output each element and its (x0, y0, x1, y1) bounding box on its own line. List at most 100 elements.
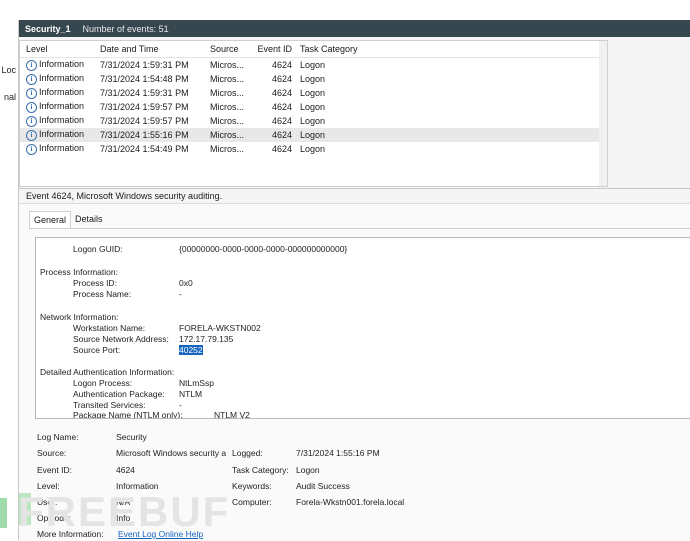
event-id-label: Event ID: (37, 465, 72, 475)
nav-fragment[interactable]: nal (4, 92, 16, 102)
auth-package-label: Authentication Package: (73, 389, 165, 399)
event-id: 4624 (271, 60, 292, 70)
event-date: 7/31/2024 1:59:57 PM (100, 116, 189, 126)
information-icon: i (26, 87, 37, 99)
task-category-value: Logon (296, 465, 320, 475)
information-icon: i (26, 129, 37, 141)
event-list-scrollbar[interactable] (599, 41, 607, 186)
logged-label: Logged: (232, 448, 263, 458)
log-name-label: Log Name: (37, 432, 79, 442)
computer-value: Forela-Wkstn001.forela.local (296, 497, 405, 507)
logon-guid-label: Logon GUID: (73, 244, 123, 254)
event-level: Information (39, 59, 85, 70)
event-source: Micros... (210, 102, 245, 112)
watermark-text: FREEBUF (18, 488, 231, 535)
workstation-name-value: FORELA-WKSTN002 (179, 323, 261, 333)
information-icon: i (26, 73, 37, 85)
logged-value: 7/31/2024 1:55:16 PM (296, 448, 380, 458)
event-row[interactable]: i Information 7/31/2024 1:54:48 PM Micros… (20, 72, 607, 86)
tab-divider (29, 228, 690, 229)
event-row[interactable]: i Information 7/31/2024 1:59:57 PM Micros… (20, 114, 607, 128)
event-level: Information (39, 73, 85, 84)
event-id: 4624 (271, 144, 292, 154)
event-task: Logon (300, 144, 326, 154)
event-source: Micros... (210, 130, 245, 140)
event-level: Information (39, 87, 85, 98)
event-row[interactable]: i Information 7/31/2024 1:59:31 PM Micros… (20, 58, 607, 72)
source-address-value: 172.17.79.135 (179, 334, 234, 344)
keywords-value: Audit Success (296, 481, 350, 491)
event-id: 4624 (271, 102, 292, 112)
event-level: Information (39, 101, 85, 112)
event-row[interactable]: i Information 7/31/2024 1:54:49 PM Micros… (20, 142, 607, 156)
event-source: Micros... (210, 88, 245, 98)
package-name-value: NTLM V2 (214, 410, 250, 419)
event-task: Logon (300, 130, 326, 140)
process-name-value: - (179, 289, 182, 299)
event-count: Number of events: 51 (82, 23, 169, 34)
logon-process-value: NtLmSsp (179, 378, 214, 388)
source-address-label: Source Network Address: (73, 334, 169, 344)
source-port-label: Source Port: (73, 345, 121, 355)
process-name-label: Process Name: (73, 289, 132, 299)
watermark-logo-mark (0, 498, 7, 528)
event-list[interactable]: Level Date and Time Source Event ID Task… (19, 40, 608, 187)
event-date: 7/31/2024 1:59:31 PM (100, 60, 189, 70)
process-id-label: Process ID: (73, 278, 117, 288)
navigation-pane[interactable]: Loc nal (0, 20, 19, 540)
computer-label: Computer: (232, 497, 272, 507)
event-row[interactable]: i Information 7/31/2024 1:59:31 PM Micros… (20, 86, 607, 100)
nav-fragment[interactable]: Loc (1, 65, 16, 75)
event-source: Micros... (210, 74, 245, 84)
keywords-label: Keywords: (232, 481, 272, 491)
column-source[interactable]: Source (206, 44, 254, 54)
process-info-heading: Process Information: (40, 267, 118, 277)
detail-tabs: General Details (29, 211, 107, 228)
event-task: Logon (300, 116, 326, 126)
log-name-value: Security (116, 432, 147, 442)
column-level[interactable]: Level (20, 44, 96, 54)
information-icon: i (26, 115, 37, 127)
event-id-value: 4624 (116, 465, 135, 475)
event-date: 7/31/2024 1:59:31 PM (100, 88, 189, 98)
main-pane: Security_1 Number of events: 51 Level Da… (19, 20, 690, 541)
event-task: Logon (300, 102, 326, 112)
event-task: Logon (300, 60, 326, 70)
source-port-value-selected[interactable]: 40252 (179, 345, 203, 355)
event-list-header: Level Date and Time Source Event ID Task… (20, 41, 607, 58)
event-id: 4624 (271, 88, 292, 98)
event-row[interactable]: i Information 7/31/2024 1:59:57 PM Micros… (20, 100, 607, 114)
event-id: 4624 (271, 130, 292, 140)
task-category-label: Task Category: (232, 465, 289, 475)
source-label: Source: (37, 448, 67, 458)
tab-general[interactable]: General (29, 211, 72, 228)
event-source: Micros... (210, 144, 245, 154)
event-task: Logon (300, 74, 326, 84)
event-date: 7/31/2024 1:54:49 PM (100, 144, 189, 154)
event-row-selected[interactable]: i Information 7/31/2024 1:55:16 PM Micros… (20, 128, 607, 142)
event-date: 7/31/2024 1:55:16 PM (100, 130, 189, 140)
pane-splitter[interactable] (19, 188, 690, 189)
information-icon: i (26, 59, 37, 71)
column-date[interactable]: Date and Time (96, 44, 206, 54)
event-source: Micros... (210, 116, 245, 126)
auth-info-heading: Detailed Authentication Information: (40, 367, 175, 377)
event-level: Information (39, 143, 85, 154)
event-level: Information (39, 115, 85, 126)
log-header: Security_1 Number of events: 51 (19, 20, 690, 37)
column-task-category[interactable]: Task Category (292, 44, 412, 54)
tab-details[interactable]: Details (71, 211, 107, 228)
package-name-label: Package Name (NTLM only): (73, 410, 183, 419)
event-description-textbox[interactable]: Logon GUID: {00000000-0000-0000-0000-000… (35, 237, 690, 419)
window-top-strip (0, 0, 690, 20)
column-event-id[interactable]: Event ID (254, 44, 292, 54)
information-icon: i (26, 101, 37, 113)
workstation-name-label: Workstation Name: (73, 323, 146, 333)
event-id: 4624 (271, 116, 292, 126)
source-value: Microsoft Windows security a (116, 448, 227, 458)
auth-package-value: NTLM (179, 389, 203, 399)
event-date: 7/31/2024 1:59:57 PM (100, 102, 189, 112)
transited-services-label: Transited Services: (73, 400, 146, 410)
event-task: Logon (300, 88, 326, 98)
event-id: 4624 (271, 74, 292, 84)
